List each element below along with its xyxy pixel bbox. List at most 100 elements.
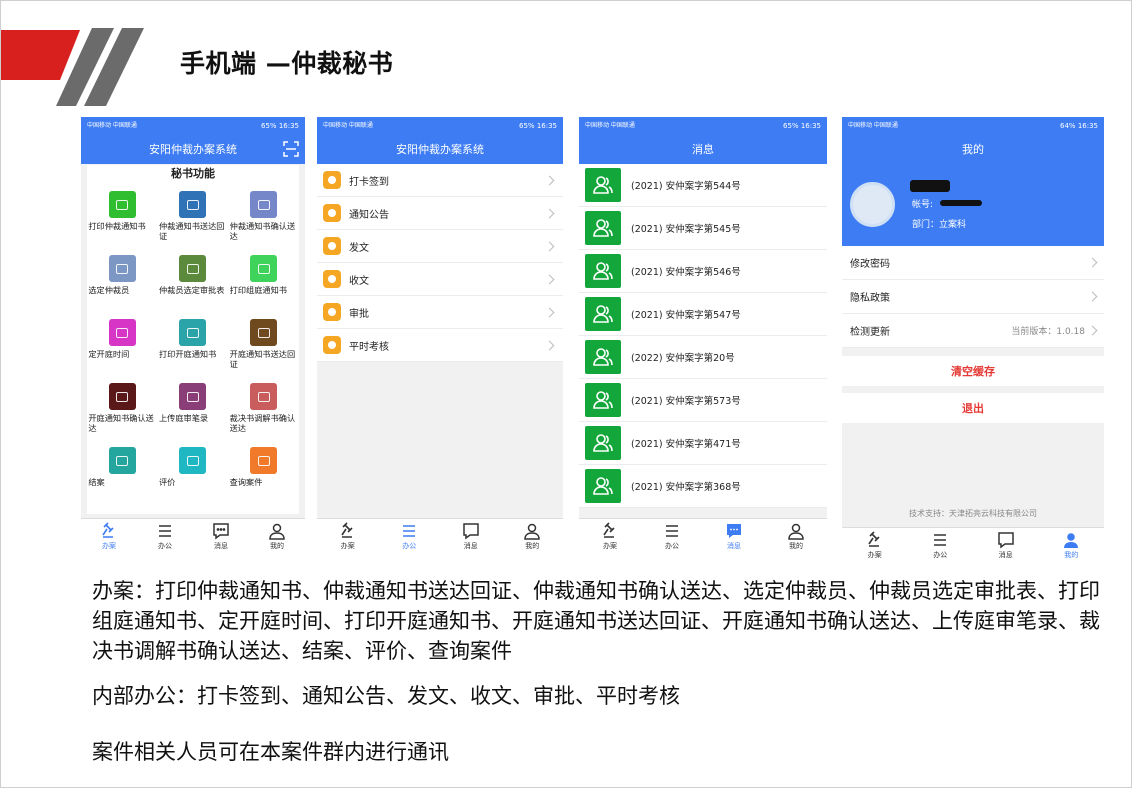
function-label: 开庭通知书确认送达 <box>88 413 154 433</box>
user-icon <box>788 523 804 540</box>
gavel-icon <box>603 522 615 538</box>
function-icon <box>250 447 278 474</box>
function-label: 仲裁员选定审批表 <box>158 285 225 295</box>
function-item[interactable]: 打印开庭通知书 <box>158 319 229 383</box>
logout-button[interactable]: 退出 <box>842 393 1104 423</box>
function-item[interactable]: 选定仲裁员 <box>87 255 158 319</box>
chevron-right-icon <box>544 340 555 350</box>
function-label: 结案 <box>88 477 105 487</box>
group-avatar-icon <box>585 297 621 331</box>
tab-cases[interactable]: 办案 <box>579 519 641 554</box>
message-item[interactable]: (2021) 安仲案字第368号 <box>579 465 827 508</box>
speaker-icon <box>323 204 341 222</box>
tab-mine[interactable]: 我的 <box>502 519 564 554</box>
menu-item-approval[interactable]: 审批 <box>317 296 563 329</box>
list-icon <box>666 525 678 537</box>
tab-mine[interactable]: 我的 <box>765 519 827 554</box>
function-item[interactable]: 开庭通知书送达回证 <box>228 319 299 383</box>
message-item[interactable]: (2021) 安仲案字第547号 <box>579 293 827 336</box>
tab-bar: 办案 办公 消息 我的 <box>579 518 827 554</box>
avatar[interactable] <box>850 182 895 227</box>
tab-cases[interactable]: 办案 <box>81 519 137 554</box>
tab-office[interactable]: 办公 <box>137 519 193 554</box>
tab-cases[interactable]: 办案 <box>317 519 379 554</box>
red-stripe-logo <box>0 28 144 106</box>
location-icon <box>323 171 341 189</box>
scan-icon[interactable] <box>283 141 299 157</box>
tab-cases[interactable]: 办案 <box>842 528 908 563</box>
message-item[interactable]: (2021) 安仲案字第546号 <box>579 250 827 293</box>
case-number: (2022) 安仲案字第20号 <box>631 353 735 364</box>
menu-item-notice[interactable]: 通知公告 <box>317 197 563 230</box>
office-description: 内部办公：打卡签到、通知公告、发文、收文、审批、平时考核 <box>92 684 680 708</box>
app-title: 安阳仲裁办案系统 <box>396 143 484 156</box>
message-item[interactable]: (2021) 安仲案字第573号 <box>579 379 827 422</box>
chat-icon <box>463 523 479 540</box>
approval-icon <box>323 303 341 321</box>
app-bar: 安阳仲裁办案系统 <box>81 134 305 164</box>
function-label: 开庭通知书送达回证 <box>229 349 296 369</box>
menu-item-assessment[interactable]: 平时考核 <box>317 329 563 362</box>
message-item[interactable]: (2021) 安仲案字第471号 <box>579 422 827 465</box>
function-item[interactable]: 上传庭审笔录 <box>158 383 229 447</box>
function-item[interactable]: 仲裁通知书确认送达 <box>228 191 299 255</box>
menu-item-receive-doc[interactable]: 收文 <box>317 263 563 296</box>
group-avatar-icon <box>585 383 621 417</box>
function-item[interactable]: 评价 <box>158 447 229 511</box>
department-text: 部门：立案科 <box>912 220 967 230</box>
account-label: 帐号: <box>912 200 934 210</box>
version-text: 当前版本：1.0.18 <box>1011 327 1085 337</box>
function-item[interactable]: 裁决书调解书确认送达 <box>228 383 299 447</box>
tab-office[interactable]: 办公 <box>379 519 441 554</box>
app-title: 安阳仲裁办案系统 <box>149 143 237 156</box>
function-icon <box>250 191 278 218</box>
function-icon <box>179 383 207 410</box>
case-number: (2021) 安仲案字第471号 <box>631 439 741 450</box>
tab-messages[interactable]: 消息 <box>193 519 249 554</box>
status-bar: 中国移动 中国联通 64% 16:35 <box>842 117 1104 134</box>
message-item[interactable]: (2021) 安仲案字第544号 <box>579 164 827 207</box>
function-item[interactable]: 打印仲裁通知书 <box>87 191 158 255</box>
function-item[interactable]: 结案 <box>87 447 158 511</box>
tab-messages[interactable]: 消息 <box>440 519 502 554</box>
message-item[interactable]: (2021) 安仲案字第545号 <box>579 207 827 250</box>
user-icon <box>269 523 285 540</box>
function-item[interactable]: 定开庭时间 <box>87 319 158 383</box>
function-item[interactable]: 仲裁员选定审批表 <box>158 255 229 319</box>
function-item[interactable]: 开庭通知书确认送达 <box>87 383 158 447</box>
function-item[interactable]: 打印组庭通知书 <box>228 255 299 319</box>
tab-office[interactable]: 办公 <box>908 528 974 563</box>
chevron-right-icon <box>544 241 555 251</box>
change-password-row[interactable]: 修改密码 <box>842 246 1104 280</box>
group-avatar-icon <box>585 168 621 202</box>
tab-messages[interactable]: 消息 <box>703 519 765 554</box>
function-item[interactable]: 查询案件 <box>228 447 299 511</box>
menu-item-send-doc[interactable]: 发文 <box>317 230 563 263</box>
chevron-right-icon <box>1087 325 1098 336</box>
function-icon <box>179 319 207 346</box>
function-icon <box>250 319 278 346</box>
case-number: (2021) 安仲案字第544号 <box>631 181 741 192</box>
tab-mine[interactable]: 我的 <box>249 519 305 554</box>
status-bar: 中国移动 中国联通 65% 16:35 <box>317 117 563 134</box>
function-grid: 打印仲裁通知书 仲裁通知书送达回证 仲裁通知书确认送达 选定仲裁员 仲裁员选定审批表 打印… <box>87 191 299 511</box>
chevron-right-icon <box>1087 257 1098 268</box>
list-icon <box>403 525 416 537</box>
case-number: (2021) 安仲案字第573号 <box>631 396 741 407</box>
function-icon <box>108 255 136 282</box>
phone-mine: 中国移动 中国联通 64% 16:35 我的 帐号: 部门：立案科 修改密码 隐… <box>842 117 1104 563</box>
group-avatar-icon <box>585 254 621 288</box>
tab-messages[interactable]: 消息 <box>973 528 1039 563</box>
tab-bar: 办案 办公 消息 我的 <box>81 518 305 554</box>
redacted-account <box>940 200 982 206</box>
group-avatar-icon <box>585 340 621 374</box>
phone-office: 中国移动 中国联通 65% 16:35 安阳仲裁办案系统 打卡签到 通知公告 发… <box>317 117 563 554</box>
tab-office[interactable]: 办公 <box>641 519 703 554</box>
tab-mine[interactable]: 我的 <box>1039 528 1105 563</box>
function-item[interactable]: 仲裁通知书送达回证 <box>158 191 229 255</box>
clear-cache-button[interactable]: 清空缓存 <box>842 356 1104 386</box>
check-update-row[interactable]: 检测更新 当前版本：1.0.18 <box>842 314 1104 348</box>
message-item[interactable]: (2022) 安仲案字第20号 <box>579 336 827 379</box>
privacy-policy-row[interactable]: 隐私政策 <box>842 280 1104 314</box>
menu-item-checkin[interactable]: 打卡签到 <box>317 164 563 197</box>
